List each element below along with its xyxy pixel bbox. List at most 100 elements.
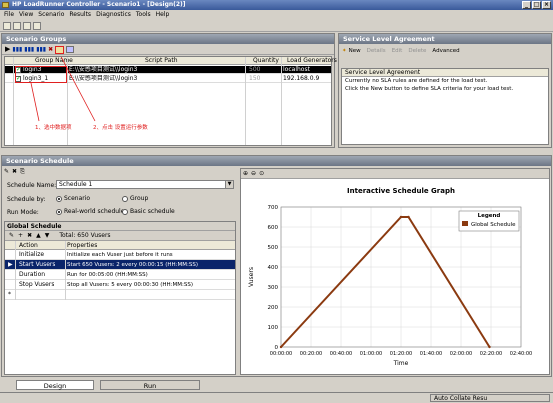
annotation-select-row: 1、选中数据项: [35, 125, 72, 131]
radio-group[interactable]: Group: [122, 195, 148, 202]
total-vusers: Total: 650 Vusers: [59, 232, 111, 239]
delete-action-icon[interactable]: ✖: [27, 231, 32, 240]
remove-group-icon[interactable]: ✖: [48, 46, 53, 53]
y-tick-label: 300: [268, 285, 279, 291]
vusers2-icon[interactable]: ▮▮▮: [24, 46, 34, 53]
chevron-down-icon[interactable]: ▼: [225, 181, 233, 188]
menu-diagnostics[interactable]: Diagnostics: [96, 10, 131, 20]
legend-entry: Global Schedule: [471, 222, 516, 228]
delete-schedule-icon[interactable]: ✖: [12, 168, 17, 177]
add-action-icon[interactable]: +: [18, 231, 23, 240]
groups-toolbar: ▶ ▮▮▮ ▮▮▮ ▮▮▮ ✖: [2, 44, 334, 55]
schedule-name-select[interactable]: Schedule 1 ▼: [56, 180, 234, 189]
x-tick-label: 01:40:00: [420, 351, 442, 357]
x-tick-label: 00:00:00: [270, 351, 292, 357]
schedule-toolbar: ✎ ✖ ⎘: [4, 168, 236, 177]
sla-box-title: Service Level Agreement: [342, 69, 548, 77]
new-scenario-icon[interactable]: [3, 22, 11, 30]
global-schedule-toolbar: ✎ + ✖ ▲ ▼ Total: 650 Vusers: [5, 231, 235, 241]
menu-scenario[interactable]: Scenario: [38, 10, 64, 20]
menu-view[interactable]: View: [19, 10, 33, 20]
main-toolbar: [0, 20, 553, 32]
window-title: HP LoadRunner Controller - Scenario1 - […: [12, 1, 186, 8]
vusers-icon[interactable]: ▮▮▮: [12, 46, 22, 53]
x-axis-label: Time: [393, 360, 409, 367]
sla-panel: Service Level Agreement ✦ New Details Edi…: [338, 33, 552, 148]
reset-zoom-icon[interactable]: ⊙: [259, 170, 264, 177]
sla-header: Service Level Agreement: [339, 34, 551, 44]
sla-edit-button[interactable]: Edit: [392, 47, 403, 54]
sla-advanced-button[interactable]: Advanced: [432, 47, 459, 54]
radio-basic[interactable]: Basic schedule: [122, 208, 175, 215]
rename-schedule-icon[interactable]: ⎘: [20, 168, 25, 177]
global-schedule-title: Global Schedule: [5, 222, 235, 231]
y-tick-label: 500: [268, 245, 279, 251]
add-group-icon[interactable]: ▮▮▮: [36, 46, 46, 53]
legend-title: Legend: [478, 213, 501, 219]
col-properties[interactable]: Properties: [67, 241, 97, 250]
y-tick-label: 200: [268, 305, 279, 311]
auto-collate-status: Auto Collate Resu: [430, 394, 550, 402]
app-icon: [2, 2, 9, 8]
action-row[interactable]: Stop Vusers Stop all Vusers: 5 every 00:…: [5, 280, 235, 290]
title-bar: HP LoadRunner Controller - Scenario1 - […: [0, 0, 553, 10]
x-tick-label: 00:40:00: [330, 351, 352, 357]
graph-toolbar: ⊕ ⊖ ⊙: [241, 169, 549, 179]
scenario-schedule-header: Scenario Schedule: [2, 156, 551, 166]
series-point: [488, 345, 491, 349]
new-schedule-icon[interactable]: ✎: [4, 168, 9, 177]
radio-scenario[interactable]: Scenario: [56, 195, 90, 202]
x-tick-label: 01:00:00: [360, 351, 382, 357]
interactive-schedule-graph[interactable]: Interactive Schedule Graph01002003004005…: [241, 179, 549, 374]
sla-details-button[interactable]: Details: [367, 47, 386, 54]
zoom-in-icon[interactable]: ⊕: [243, 170, 248, 177]
menu-file[interactable]: File: [4, 10, 14, 20]
series-point: [399, 215, 403, 219]
open-icon[interactable]: [13, 22, 21, 30]
x-tick-label: 00:20:00: [300, 351, 322, 357]
sla-text-1: Currently no SLA rules are defined for t…: [345, 78, 488, 84]
move-up-icon[interactable]: ▲: [36, 231, 41, 240]
sla-delete-button[interactable]: Delete: [408, 47, 426, 54]
col-action[interactable]: Action: [19, 241, 38, 250]
menu-results[interactable]: Results: [69, 10, 91, 20]
x-tick-label: 02:40:00: [510, 351, 532, 357]
run-time-settings-icon[interactable]: [55, 46, 65, 54]
edit-action-icon[interactable]: ✎: [9, 231, 14, 240]
annotation-arrows: [30, 57, 96, 122]
results-icon[interactable]: [33, 22, 41, 30]
details-icon[interactable]: [66, 46, 75, 53]
sla-new-button[interactable]: ✦ New: [342, 47, 361, 54]
tab-run[interactable]: Run: [100, 380, 200, 390]
schedule-name-label: Schedule Name:: [7, 182, 57, 189]
series-point: [279, 345, 283, 349]
chart-title: Interactive Schedule Graph: [347, 187, 455, 195]
sla-toolbar: ✦ New Details Edit Delete Advanced: [339, 44, 551, 57]
minimize-button[interactable]: _: [522, 1, 531, 9]
close-button[interactable]: ×: [542, 1, 551, 9]
menu-bar: File View Scenario Results Diagnostics T…: [0, 10, 553, 20]
menu-tools[interactable]: Tools: [136, 10, 151, 20]
schedule-by-label: Schedule by:: [7, 196, 46, 203]
radio-real-world[interactable]: Real-world schedule: [56, 208, 124, 215]
save-icon[interactable]: [23, 22, 31, 30]
zoom-out-icon[interactable]: ⊖: [251, 170, 256, 177]
start-scenario-icon[interactable]: ▶: [5, 46, 10, 53]
series-point: [407, 215, 410, 219]
x-tick-label: 02:20:00: [480, 351, 502, 357]
y-tick-label: 100: [268, 325, 279, 331]
menu-help[interactable]: Help: [156, 10, 170, 20]
action-row[interactable]: Duration Run for 00:05:00 (HH:MM:SS): [5, 270, 235, 280]
move-down-icon[interactable]: ▼: [45, 231, 50, 240]
action-row[interactable]: Initialize Initialize each Vuser just be…: [5, 250, 235, 260]
y-tick-label: 700: [268, 205, 279, 211]
scenario-schedule-panel: Scenario Schedule ✎ ✖ ⎘ Schedule Name: S…: [1, 155, 552, 377]
tab-design[interactable]: Design: [16, 380, 94, 390]
series-line-global-schedule: [280, 216, 491, 348]
schedule-settings: ✎ ✖ ⎘ Schedule Name: Schedule 1 ▼ Schedu…: [4, 168, 236, 220]
y-axis-label: Vusers: [248, 267, 255, 287]
legend-swatch: [462, 221, 468, 226]
maximize-button[interactable]: □: [532, 1, 541, 9]
action-row[interactable]: ▶ Start Vusers Start 650 Vusers: 2 every…: [5, 260, 235, 270]
new-action-row[interactable]: *: [5, 290, 235, 300]
